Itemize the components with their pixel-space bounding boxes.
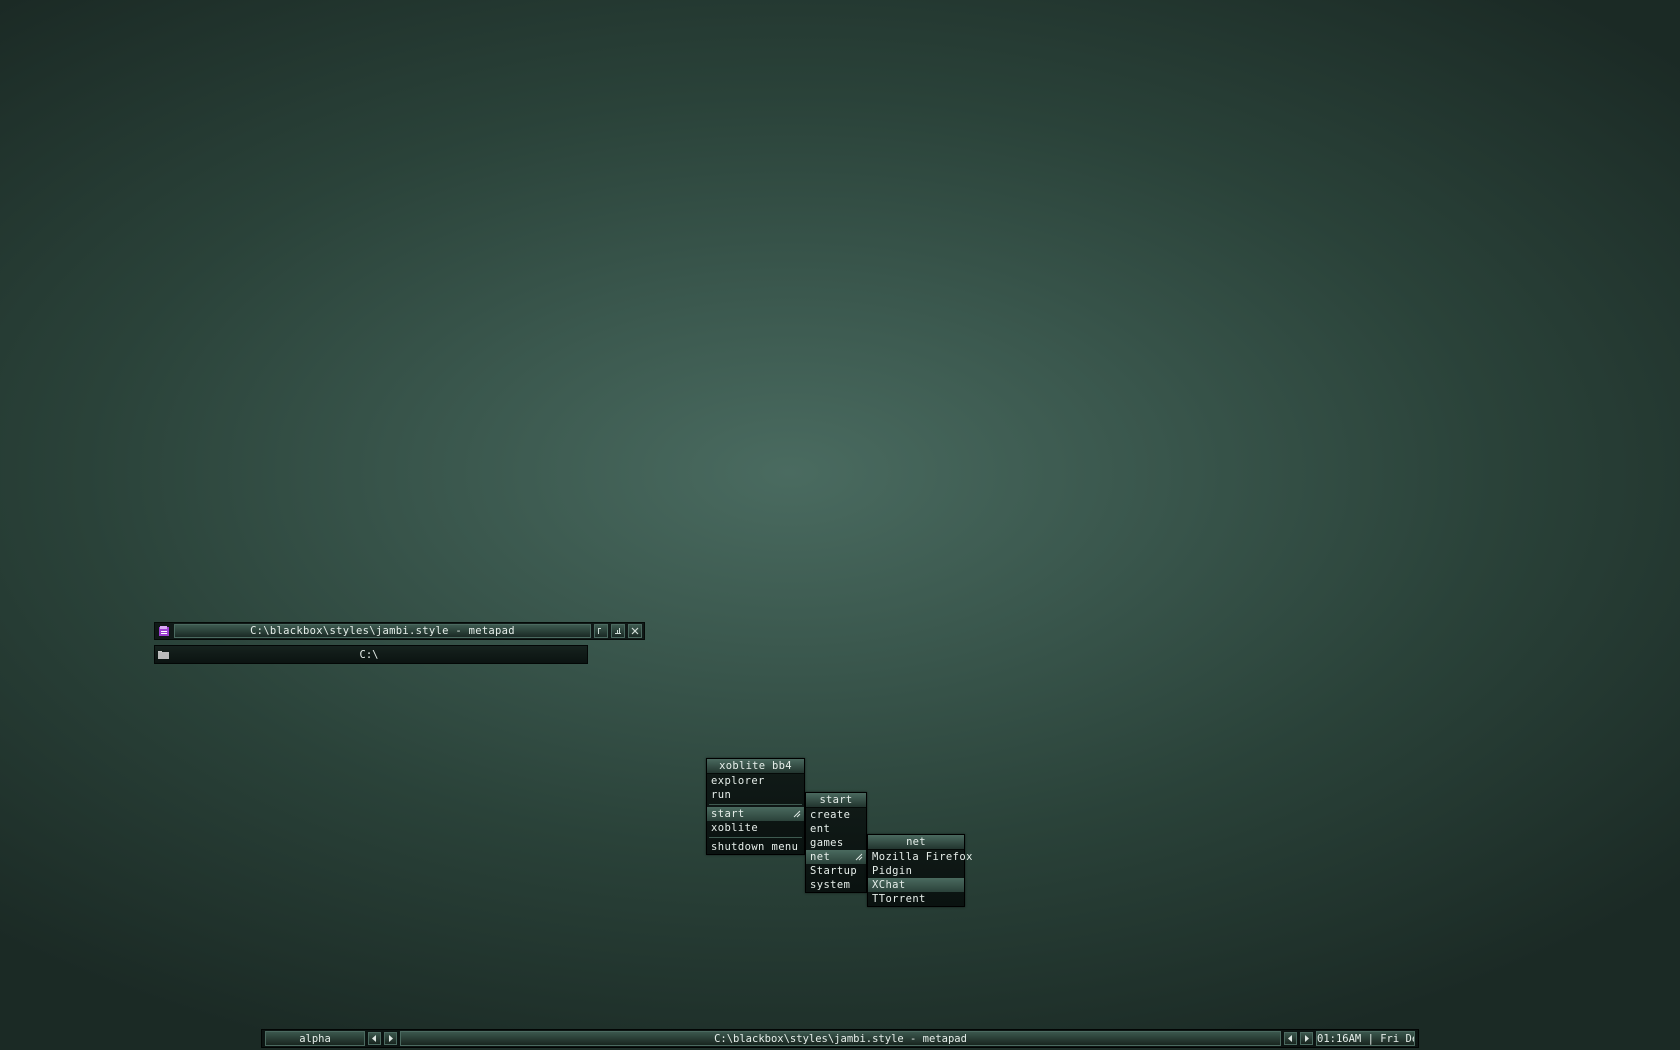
menu-item-label: net bbox=[810, 851, 831, 863]
taskbar: alpha C:\blackbox\styles\jambi.style - m… bbox=[261, 1029, 1419, 1048]
menu-item-shutdown[interactable]: shutdown menu bbox=[707, 840, 804, 854]
prev-workspace-icon[interactable] bbox=[368, 1032, 381, 1045]
menu-item-label: start bbox=[711, 808, 745, 820]
menu-item-ent[interactable]: ent bbox=[806, 822, 866, 836]
menu-item-net[interactable]: net bbox=[806, 850, 866, 864]
menu-separator bbox=[709, 804, 802, 805]
menu-item-run[interactable]: run bbox=[707, 788, 804, 802]
menu-item-startup[interactable]: Startup bbox=[806, 864, 866, 878]
menu-title[interactable]: net bbox=[868, 835, 964, 850]
net-submenu: net Mozilla Firefox Pidgin XChat TTorren… bbox=[867, 834, 972, 907]
menu-item-firefox[interactable]: Mozilla Firefox bbox=[868, 850, 972, 864]
close-icon[interactable] bbox=[628, 624, 642, 638]
explorer-bar[interactable]: C:\ bbox=[154, 645, 588, 664]
submenu-arrow-icon bbox=[855, 853, 863, 861]
clock[interactable]: 01:16AM | Fri Dec 5 bbox=[1316, 1031, 1415, 1046]
maximize-icon[interactable] bbox=[611, 624, 625, 638]
submenu-arrow-icon bbox=[793, 810, 801, 818]
next-task-icon[interactable] bbox=[1300, 1032, 1313, 1045]
menu-separator bbox=[709, 837, 802, 838]
menu-item-ttorrent[interactable]: TTorrent bbox=[868, 892, 964, 906]
menu-item-start[interactable]: start bbox=[707, 807, 804, 821]
workspace-label[interactable]: alpha bbox=[265, 1031, 365, 1046]
next-workspace-icon[interactable] bbox=[384, 1032, 397, 1045]
menu-item-games[interactable]: games bbox=[806, 836, 866, 850]
window-title[interactable]: C:\blackbox\styles\jambi.style - metapad bbox=[174, 624, 591, 638]
menu-title[interactable]: start bbox=[806, 793, 866, 808]
folder-icon[interactable] bbox=[158, 649, 172, 661]
explorer-path: C:\ bbox=[359, 648, 379, 661]
menu-item-explorer[interactable]: explorer bbox=[707, 774, 804, 788]
menu-item-xchat[interactable]: XChat bbox=[868, 878, 964, 892]
window-titlebar[interactable]: C:\blackbox\styles\jambi.style - metapad bbox=[154, 622, 645, 640]
menu-item-xoblite[interactable]: xoblite bbox=[707, 821, 804, 835]
start-submenu: start create ent games net Startup syste… bbox=[805, 792, 867, 893]
prev-task-icon[interactable] bbox=[1284, 1032, 1297, 1045]
menu-item-label: xoblite bbox=[711, 822, 759, 834]
menu-item-system[interactable]: system bbox=[806, 878, 866, 892]
minimize-icon[interactable] bbox=[594, 624, 608, 638]
menu-title[interactable]: xoblite bb4 bbox=[707, 759, 804, 774]
metapad-icon[interactable] bbox=[157, 624, 171, 638]
taskbar-task[interactable]: C:\blackbox\styles\jambi.style - metapad bbox=[400, 1031, 1281, 1046]
menu-item-create[interactable]: create bbox=[806, 808, 866, 822]
root-menu: xoblite bb4 explorer run start xoblite s… bbox=[706, 758, 805, 855]
menu-item-pidgin[interactable]: Pidgin bbox=[868, 864, 964, 878]
